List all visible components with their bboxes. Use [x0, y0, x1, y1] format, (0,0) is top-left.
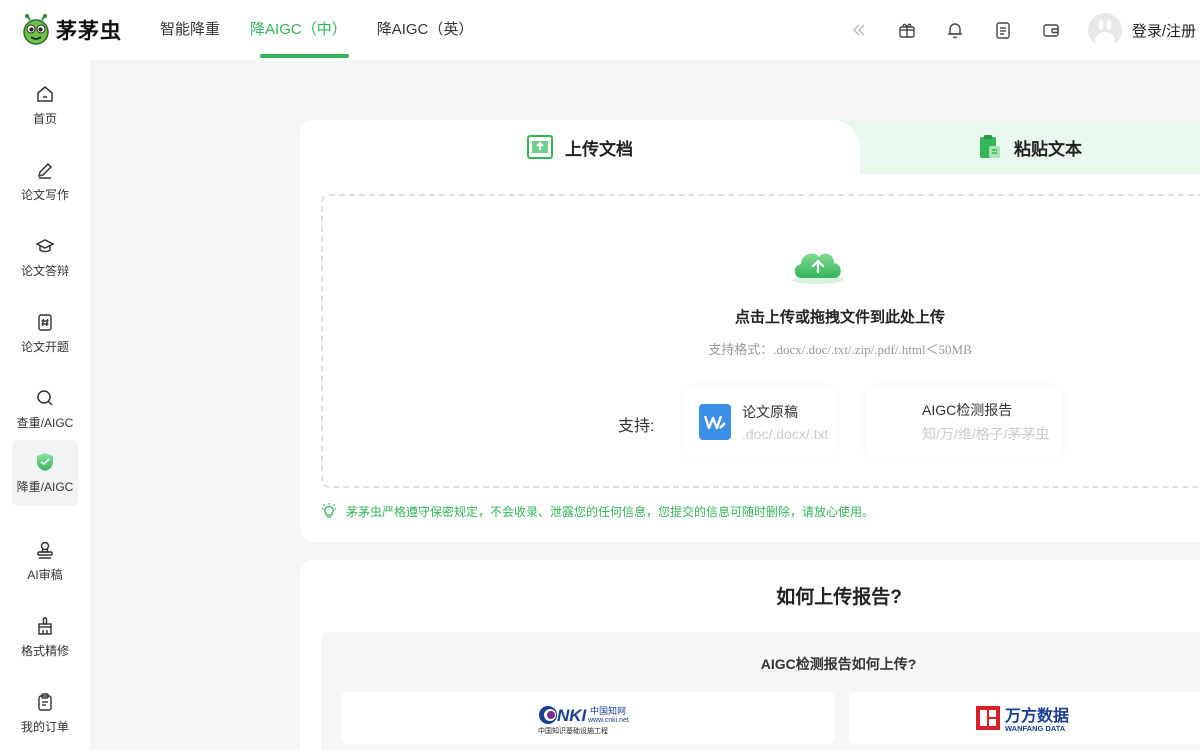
- tab-paste-text[interactable]: 粘贴文本: [860, 120, 1200, 174]
- sidebar-item-label: 论文开题: [20, 340, 69, 354]
- wallet-icon[interactable]: [1040, 19, 1062, 41]
- sidebar-item-home[interactable]: 首页: [12, 72, 78, 138]
- tab-upload-document[interactable]: 上传文档: [300, 120, 860, 174]
- svg-text:NKI: NKI: [557, 706, 588, 725]
- sidebar-item-my-orders[interactable]: 我的订单: [12, 680, 78, 746]
- how-to-upload-section: 如何上传报告? AIGC检测报告如何上传? NKI 中国知网 www.cnki.…: [300, 560, 1200, 750]
- logo[interactable]: 茅茅虫: [22, 14, 122, 46]
- bell-icon[interactable]: [944, 19, 966, 41]
- sidebar-item-label: 格式精修: [20, 644, 69, 658]
- cloud-upload-icon[interactable]: [788, 242, 848, 291]
- paste-clipboard-icon: [980, 135, 1000, 158]
- upload-document-icon: [527, 135, 553, 159]
- upload-tabs: 上传文档 粘贴文本: [300, 120, 1200, 174]
- support-card-subtitle: .doc/.docx/.txt: [742, 426, 829, 442]
- brand-card-wanfang[interactable]: 万方数据 WANFANG DATA: [849, 692, 1200, 744]
- sidebar-item-label: 降重/AIGC: [16, 480, 74, 494]
- support-card-aigc-report[interactable]: AIGC检测报告 知/万/维/格子/茅茅虫: [866, 387, 1062, 457]
- sidebar-item-format-polish[interactable]: 格式精修: [12, 604, 78, 670]
- supported-formats: 支持格式：.docx/.doc/.txt/.zip/.pdf/.html＜50M…: [708, 342, 972, 357]
- section-title: 如何上传报告?: [776, 587, 902, 608]
- svg-text:万方数据: 万方数据: [1004, 706, 1069, 725]
- sidebar-item-label: 首页: [32, 112, 57, 126]
- header-actions: 登录/注册: [848, 0, 1196, 60]
- hash-document-icon: [34, 311, 56, 333]
- sidebar-item-label: AI审稿: [27, 568, 63, 582]
- user-avatar-icon: [1094, 19, 1115, 47]
- tab-label: 上传文档: [565, 139, 633, 159]
- support-label: 支持:: [618, 418, 655, 435]
- sidebar-item-label: 查重/AIGC: [16, 416, 74, 430]
- top-nav: 智能降重 降AIGC（中） 降AIGC（英）: [160, 0, 503, 60]
- sidebar-item-reduce-aigc[interactable]: 降重/AIGC: [12, 440, 78, 506]
- upload-card: 上传文档 粘贴文本 点击上传或拖拽文件到此处上传 支持格式：.docx/.doc…: [300, 120, 1200, 542]
- avatar[interactable]: [1087, 13, 1122, 47]
- clipboard-list-icon[interactable]: [992, 19, 1014, 41]
- nav-item-reduce-aigc-cn[interactable]: 降AIGC（中）: [250, 0, 349, 60]
- sidebar: 首页 论文写作 论文答辩 论文开题 查重/AIGC 降重/AIGC AI审稿 格…: [0, 60, 90, 750]
- bug-logo-icon: [23, 14, 49, 45]
- home-icon: [34, 83, 56, 105]
- sidebar-item-defense[interactable]: 论文答辩: [12, 224, 78, 290]
- nav-item-reduce-aigc-en[interactable]: 降AIGC（英）: [377, 0, 474, 60]
- cnki-logo: NKI 中国知网 www.cnki.net 中国知识基础设施工程: [538, 705, 629, 735]
- wanfang-logo: 万方数据 WANFANG DATA: [976, 706, 1069, 733]
- svg-text:中国知识基础设施工程: 中国知识基础设施工程: [538, 726, 608, 735]
- support-card-subtitle: 知/万/维/格子/茅茅虫: [922, 426, 1050, 442]
- support-card-paper-draft[interactable]: 论文原稿 .doc/.docx/.txt: [684, 387, 836, 457]
- support-card-title: AIGC检测报告: [922, 402, 1013, 418]
- sidebar-item-label: 论文写作: [20, 188, 69, 202]
- sidebar-item-label: 论文答辩: [20, 264, 69, 278]
- support-card-title: 论文原稿: [742, 404, 798, 420]
- lightbulb-icon: [322, 503, 336, 518]
- brand-card-cnki[interactable]: NKI 中国知网 www.cnki.net 中国知识基础设施工程: [341, 692, 835, 744]
- search-icon: [34, 387, 56, 409]
- tab-label: 粘贴文本: [1014, 139, 1082, 159]
- sidebar-item-check-aigc[interactable]: 查重/AIGC: [12, 376, 78, 442]
- sidebar-item-proposal[interactable]: 论文开题: [12, 300, 78, 366]
- section-subtitle: AIGC检测报告如何上传?: [760, 656, 917, 672]
- collapse-icon[interactable]: [848, 19, 870, 41]
- svg-text:www.cnki.net: www.cnki.net: [587, 717, 629, 724]
- sidebar-item-paper-writing[interactable]: 论文写作: [12, 148, 78, 214]
- gift-icon[interactable]: [896, 19, 918, 41]
- privacy-notice-text: 茅茅虫严格遵守保密规定，不会收录、泄露您的任何信息，您提交的信息可随时删除，请放…: [346, 504, 875, 519]
- clipboard-icon: [34, 691, 56, 713]
- wps-document-icon: [699, 404, 731, 440]
- stamp-icon: [34, 539, 56, 561]
- sidebar-item-ai-review[interactable]: AI审稿: [12, 528, 78, 594]
- shield-icon: [34, 451, 56, 473]
- nav-item-smart-rewrite[interactable]: 智能降重: [160, 0, 220, 60]
- logo-text: 茅茅虫: [56, 18, 122, 43]
- graduation-cap-icon: [34, 235, 56, 257]
- svg-text:中国知网: 中国知网: [590, 705, 626, 717]
- top-header: 茅茅虫 智能降重 降AIGC（中） 降AIGC（英） 登录/注册: [0, 0, 1200, 60]
- brush-icon: [34, 615, 56, 637]
- privacy-notice: 茅茅虫严格遵守保密规定，不会收录、泄露您的任何信息，您提交的信息可随时删除，请放…: [320, 502, 874, 520]
- sidebar-item-label: 我的订单: [20, 720, 69, 734]
- pencil-icon: [34, 159, 56, 181]
- how-to-panel: AIGC检测报告如何上传? NKI 中国知网 www.cnki.net 中国知识…: [321, 632, 1200, 750]
- svg-text:WANFANG DATA: WANFANG DATA: [1005, 724, 1066, 733]
- login-register-link[interactable]: 登录/注册: [1132, 20, 1196, 41]
- dropzone-title: 点击上传或拖拽文件到此处上传: [734, 309, 945, 326]
